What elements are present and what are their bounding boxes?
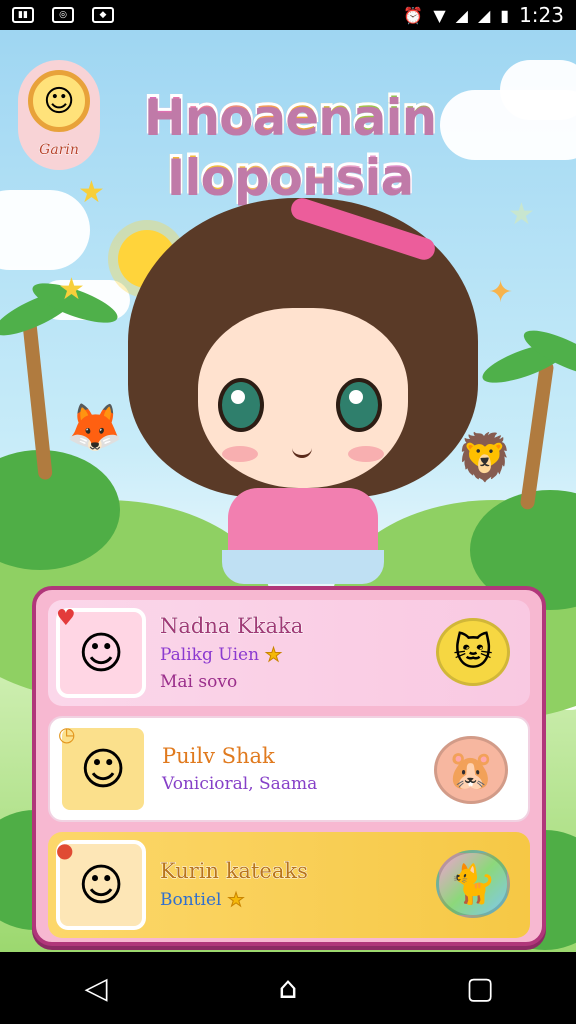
star-icon: ★ [58,272,85,307]
title-line-1: Hnoaenain [100,85,480,146]
character-portrait: ◷ ☺ [58,722,148,814]
clock-icon: ◷ [58,722,76,746]
bag-icon: ◆ [92,7,114,23]
character-subtitle: Vonicioral, Saama [162,774,318,794]
character-blush [348,446,384,462]
signal-icon: ◢ [455,5,468,25]
character-eye [336,378,382,432]
status-bar: ▮▮ ◎ ◆ ⏰ ▼ ◢ ◢ ▮ 1:23 [0,0,576,30]
avatar-face-icon: ☺ [28,70,90,132]
character-portrait: ♥ ☺ [56,606,146,698]
character-subtitle: Bontiel ★ [160,889,308,912]
star-icon: ★ [265,644,283,667]
cloud [0,190,90,270]
character-subtitle-text: Bontiel [160,890,222,910]
character-eye [218,378,264,432]
rainbow-cat-pet-icon: 🐈 [436,850,510,918]
orange-pet-icon: 🐹 [434,736,508,804]
star-icon: ★ [227,889,245,912]
recents-icon[interactable]: ▢ [440,971,520,1006]
list-item[interactable]: ◷ ☺ Puilv Shak Vonicioral, Saama 🐹 [48,716,530,822]
cloud [500,60,576,120]
main-character [128,195,478,588]
yellow-cat-pet-icon: 🐱 [436,618,510,686]
fox-pet-icon: 🦊 [66,400,124,454]
character-name: Kurin kateaks [160,859,309,884]
player-name: Garin [39,142,80,159]
character-name: Puilv Shak [161,744,275,769]
title-line-2: Ilopонsia [100,145,480,206]
wifi-icon: ▼ [433,5,446,25]
player-avatar[interactable]: ☺ Garin [18,60,100,170]
character-blush [222,446,258,462]
battery-icon: ▮ [500,5,510,25]
back-icon[interactable]: ◁ [56,971,136,1006]
home-icon[interactable]: ⌂ [248,971,328,1006]
heart-icon: ♥ [56,606,76,631]
character-select-panel: ♥ ☺ Nadna Kkaka Palikg Uien ★ Mai sovo 🐱 … [32,586,546,946]
star-icon: ★ [508,197,535,232]
character-detail: Mai sovo [160,672,238,692]
alarm-icon: ⏰ [403,5,424,25]
character-dress [222,488,384,584]
clock-time: 1:23 [519,3,564,27]
character-subtitle-text: Palikg Uien [160,645,260,665]
app-icon: ◎ [52,7,74,23]
game-title: Hnoaenain Ilopонsia [100,85,480,206]
character-portrait: ● ☺ [56,838,146,930]
signal-icon: ◢ [477,5,491,25]
character-subtitle: Palikg Uien ★ [160,644,303,667]
character-name: Nadna Kkaka [159,614,304,639]
star-icon: ✦ [488,275,514,310]
apple-icon: ● [56,838,74,862]
palm-tree [519,359,555,511]
game-scene: ★ ★ ★ ✦ ☺ Garin Hnoaenain Ilopонsia 🦊 🦁 … [0,30,576,952]
navigation-bar: ◁ ⌂ ▢ [0,952,576,1024]
sim-icon: ▮▮ [12,7,34,23]
list-item[interactable]: ♥ ☺ Nadna Kkaka Palikg Uien ★ Mai sovo 🐱 [48,600,530,706]
list-item[interactable]: ● ☺ Kurin kateaks Bontiel ★ 🐈 [48,832,530,938]
